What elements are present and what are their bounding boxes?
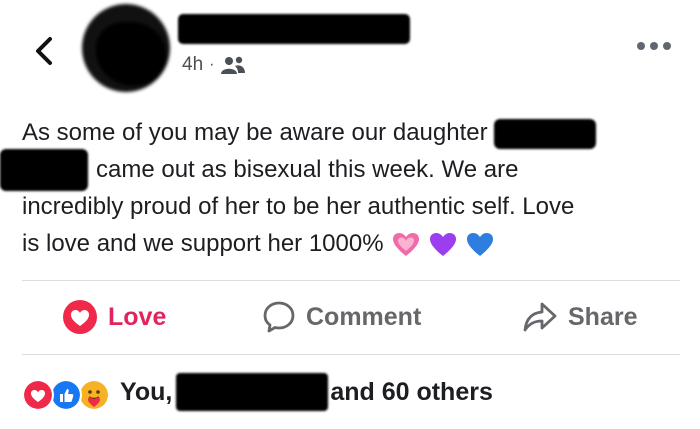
reactions-suffix: and 60 others <box>330 377 493 406</box>
post-text-segment: is love and we support her 1000% <box>22 230 384 257</box>
comment-icon <box>263 301 295 333</box>
divider <box>22 354 680 355</box>
reactions-prefix: You, <box>120 377 173 406</box>
comment-button[interactable]: Comment <box>262 281 421 353</box>
share-label: Share <box>568 302 638 331</box>
post-line: came out as bisexual this week. We are <box>0 149 682 191</box>
love-button[interactable]: Love <box>62 281 166 353</box>
post-header: 4h · <box>0 0 700 100</box>
purple-heart-emoji <box>429 232 456 256</box>
post-actions-bar: Love Comment Share <box>0 281 700 353</box>
back-button[interactable] <box>30 36 60 66</box>
post-text-segment: came out as bisexual this week. We are <box>96 156 519 183</box>
share-button[interactable]: Share <box>522 281 637 353</box>
redacted-name <box>176 373 329 411</box>
like-reaction-icon <box>50 379 82 411</box>
growing-heart-emoji <box>393 232 420 256</box>
post-meta: 4h · <box>182 54 246 76</box>
post-line: incredibly proud of her to be her authen… <box>22 188 682 225</box>
more-horizontal-icon <box>637 42 671 50</box>
redacted-name <box>493 118 596 149</box>
love-reaction-icon <box>22 379 54 411</box>
avatar[interactable] <box>82 4 170 92</box>
love-label: Love <box>108 302 167 331</box>
reactions-summary[interactable]: You, and 60 others <box>22 370 493 414</box>
post-line: As some of you may be aware our daughter <box>22 114 682 151</box>
more-options-button[interactable] <box>636 38 672 54</box>
post-text-segment: incredibly proud of her to be her authen… <box>22 193 575 220</box>
author-name-redacted[interactable] <box>178 14 410 44</box>
post-line: is love and we support her 1000% <box>22 225 682 262</box>
care-reaction-icon <box>78 379 110 411</box>
friends-icon <box>221 56 246 74</box>
love-reaction-icon <box>63 300 97 334</box>
blue-heart-emoji <box>466 232 493 256</box>
post-time[interactable]: 4h <box>182 54 203 76</box>
reaction-icons <box>22 375 116 411</box>
meta-separator: · <box>209 56 215 73</box>
comment-label: Comment <box>306 302 422 331</box>
reactions-text[interactable]: You, and 60 others <box>120 373 493 411</box>
redacted-name <box>0 149 88 191</box>
share-icon <box>523 302 557 332</box>
post-body: As some of you may be aware our daughter… <box>0 114 682 262</box>
chevron-left-icon <box>36 37 52 65</box>
post-text-segment: As some of you may be aware our daughter <box>22 119 488 146</box>
